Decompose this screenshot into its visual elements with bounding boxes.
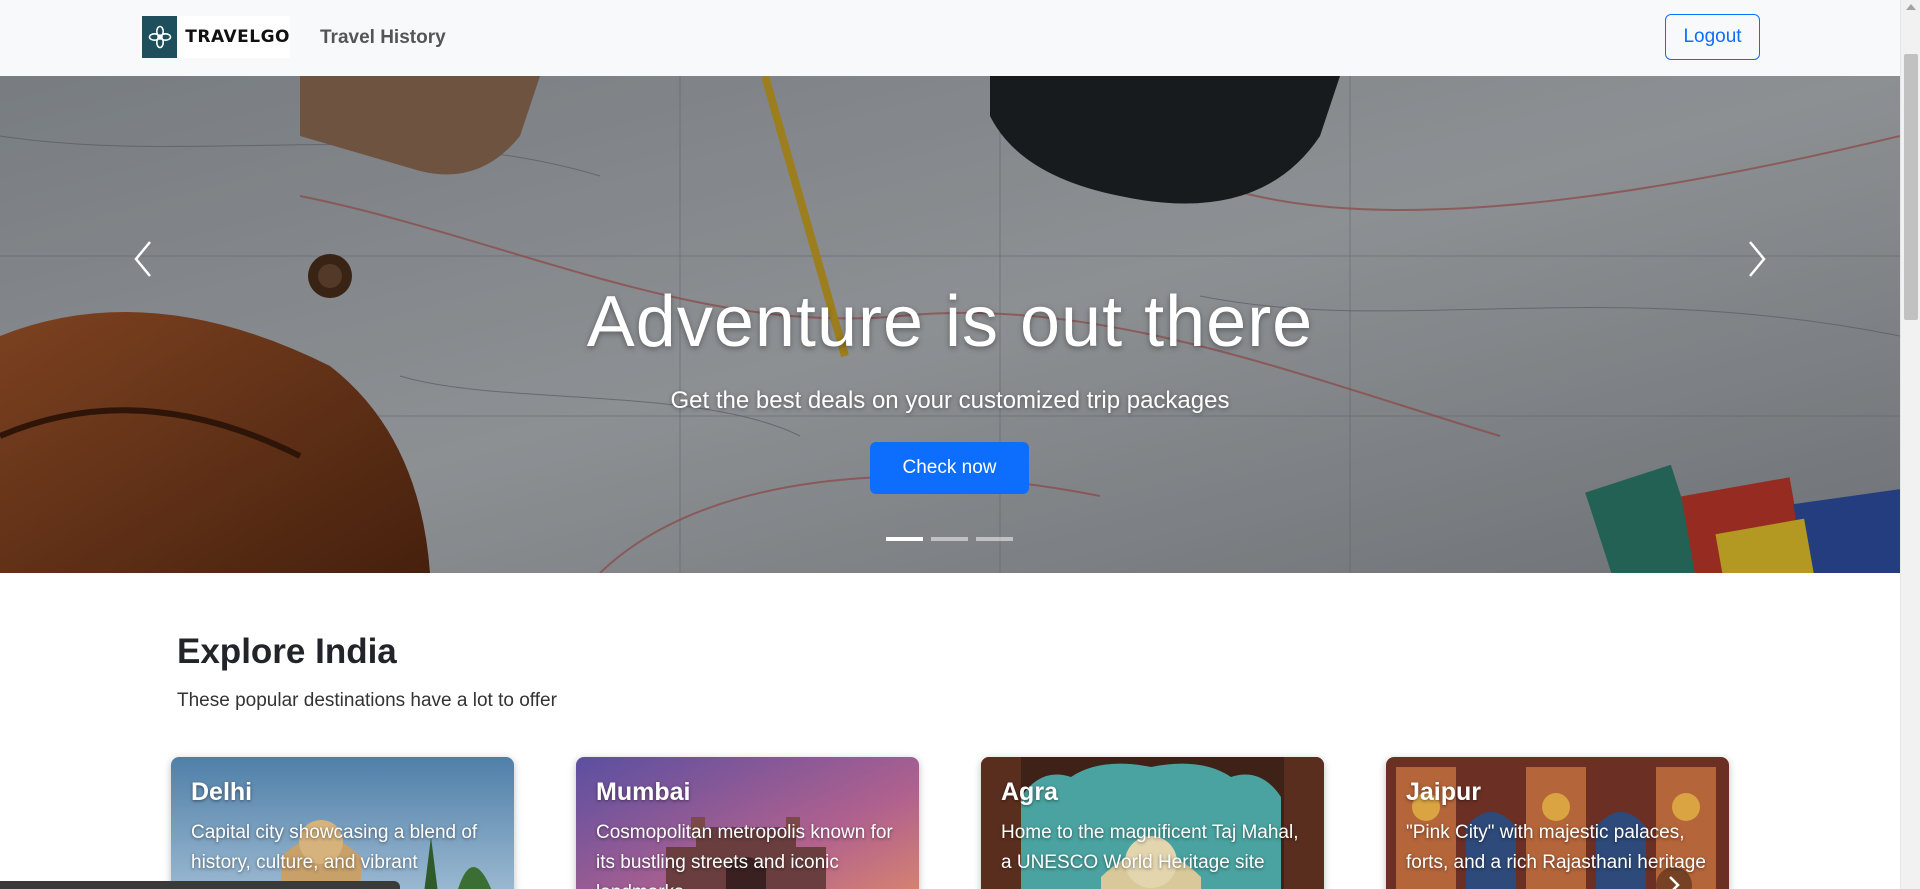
carousel-indicator-2[interactable]: [931, 537, 968, 541]
navbar: TRAVELGO Travel History Logout: [0, 0, 1900, 76]
carousel-indicators: [886, 537, 1013, 541]
carousel-prev-button[interactable]: [126, 236, 160, 282]
hero-title: Adventure is out there: [586, 282, 1314, 362]
explore-subtitle: These popular destinations have a lot to…: [177, 690, 557, 711]
explore-title: Explore India: [177, 632, 397, 671]
destination-card-mumbai[interactable]: Mumbai Cosmopolitan metropolis known for…: [576, 757, 919, 889]
brand-name: TRAVELGO: [185, 27, 290, 47]
card-title: Jaipur: [1406, 778, 1482, 806]
nav-link-travel-history[interactable]: Travel History: [320, 27, 446, 49]
scrollbar-thumb[interactable]: [1904, 54, 1918, 320]
carousel-next-button[interactable]: [1740, 236, 1774, 282]
scroll-up-arrow-icon[interactable]: [1906, 4, 1916, 10]
carousel-indicator-3[interactable]: [976, 537, 1013, 541]
carousel-indicator-1[interactable]: [886, 537, 923, 541]
card-description: Cosmopolitan metropolis known for its bu…: [596, 822, 893, 889]
chevron-right-icon: [1669, 876, 1680, 889]
card-title: Delhi: [191, 778, 253, 806]
hero-subtitle: Get the best deals on your customized tr…: [670, 387, 1230, 414]
destination-card-agra[interactable]: Agra Home to the magnificent Taj Mahal, …: [981, 757, 1324, 889]
check-now-button[interactable]: Check now: [870, 442, 1029, 494]
bottom-status-bar: [0, 881, 400, 889]
card-description: Home to the magnificent Taj Mahal, a UNE…: [1001, 822, 1299, 873]
hero-carousel: Adventure is out there Get the best deal…: [0, 76, 1900, 573]
compass-flower-icon: [142, 16, 178, 58]
logout-button[interactable]: Logout: [1665, 14, 1760, 60]
card-title: Mumbai: [596, 778, 691, 806]
chevron-left-icon: [134, 241, 151, 277]
destination-card-jaipur[interactable]: Jaipur "Pink City" with majestic palaces…: [1386, 757, 1729, 889]
chevron-right-icon: [1749, 241, 1766, 277]
destination-card-delhi[interactable]: Delhi Capital city showcasing a blend of…: [171, 757, 514, 889]
card-title: Agra: [1001, 778, 1058, 806]
page-scrollbar[interactable]: [1900, 0, 1920, 889]
card-description: Capital city showcasing a blend of histo…: [191, 822, 478, 873]
brand-logo[interactable]: TRAVELGO: [142, 16, 290, 58]
